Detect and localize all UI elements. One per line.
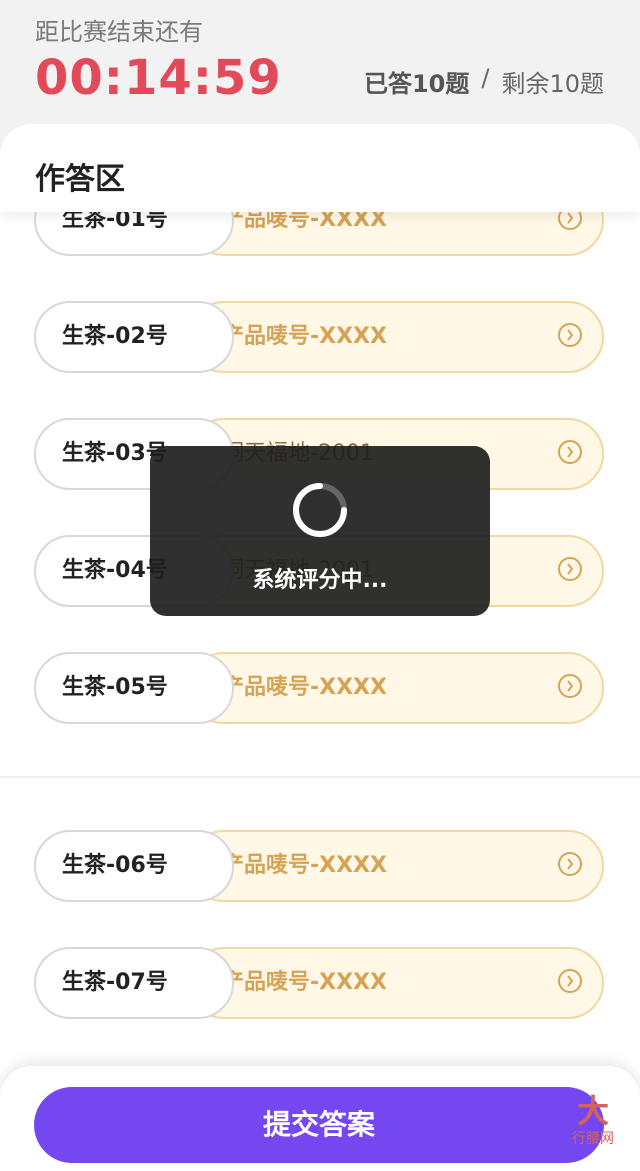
chevron-right-icon[interactable]: [558, 969, 582, 993]
answer-panel: 作答区 产品唛号-XXXX 生茶-01号 产品唛号-XXXX 生茶-02号 洞天…: [0, 124, 640, 1171]
chevron-right-icon[interactable]: [558, 440, 582, 464]
sample-tag: 生茶-07号: [34, 947, 234, 1019]
toast-message: 系统评分中...: [252, 568, 388, 593]
panel-title: 作答区: [35, 162, 125, 197]
countdown-timer: 00:14:59: [35, 50, 282, 106]
loading-toast: 系统评分中...: [150, 446, 490, 616]
chevron-right-icon[interactable]: [558, 323, 582, 347]
footer-bar: 提交答案: [0, 1066, 640, 1171]
progress-separator: /: [481, 64, 490, 92]
answered-count: 已答10题: [363, 70, 470, 98]
chevron-right-icon[interactable]: [558, 557, 582, 581]
sample-tag: 生茶-06号: [34, 830, 234, 902]
sample-tag: 生茶-02号: [34, 301, 234, 373]
watermark-logo: 大 行腰网: [558, 1092, 628, 1162]
answer-field[interactable]: 产品唛号-XXXX: [188, 301, 604, 373]
answer-row[interactable]: 产品唛号-XXXX 生茶-07号: [34, 947, 604, 1019]
chevron-right-icon[interactable]: [558, 674, 582, 698]
answer-field[interactable]: 产品唛号-XXXX: [188, 830, 604, 902]
answer-field[interactable]: 产品唛号-XXXX: [188, 652, 604, 724]
answer-row[interactable]: 产品唛号-XXXX 生茶-05号: [34, 652, 604, 724]
sample-tag: 生茶-05号: [34, 652, 234, 724]
chevron-right-icon[interactable]: [558, 852, 582, 876]
loading-spinner-icon: [293, 483, 347, 537]
answer-field[interactable]: 产品唛号-XXXX: [188, 947, 604, 1019]
answer-row[interactable]: 产品唛号-XXXX 生茶-06号: [34, 830, 604, 902]
panel-header: 作答区: [0, 124, 640, 212]
top-bar: 距比赛结束还有 00:14:59 已答10题 / 剩余10题: [0, 0, 640, 135]
answer-row[interactable]: 产品唛号-XXXX 生茶-02号: [34, 301, 604, 373]
watermark-mark: 大: [576, 1092, 609, 1130]
watermark-text: 行腰网: [572, 1131, 614, 1147]
section-divider: [0, 776, 640, 778]
answer-progress: 已答10题 / 剩余10题: [364, 64, 604, 99]
remaining-count: 剩余10题: [501, 70, 604, 98]
submit-answers-button[interactable]: 提交答案: [34, 1087, 604, 1163]
answer-list: 产品唛号-XXXX 生茶-01号 产品唛号-XXXX 生茶-02号 洞天福地-2…: [0, 124, 640, 1171]
countdown-label: 距比赛结束还有: [35, 18, 203, 46]
